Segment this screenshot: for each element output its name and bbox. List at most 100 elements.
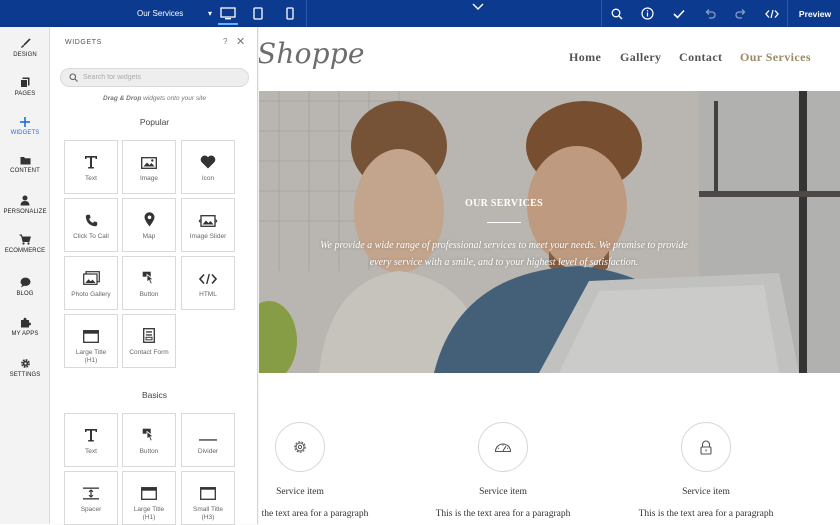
- widget-search-input[interactable]: [83, 74, 243, 81]
- publish-check-button[interactable]: [663, 0, 694, 27]
- widget-button[interactable]: Button: [122, 256, 176, 310]
- widget-label: Button: [139, 291, 159, 298]
- search-icon: [611, 8, 622, 19]
- code-editor-button[interactable]: [756, 0, 787, 27]
- widget-basic-large-title[interactable]: Large Title (H1): [122, 471, 176, 525]
- preview-button[interactable]: Preview: [790, 0, 840, 27]
- widget-search[interactable]: [60, 68, 249, 87]
- widgets-panel: WIDGETS ? ✕ Drag & Drop widgets onto you…: [51, 27, 258, 525]
- widget-label: Icon: [201, 175, 215, 182]
- nav-blog[interactable]: BLOG: [0, 269, 50, 305]
- service-text-1[interactable]: This is the text area for a paragraph: [259, 509, 401, 519]
- undo-button[interactable]: [694, 0, 725, 27]
- service-text-3[interactable]: This is the text area for a paragraph: [606, 509, 806, 519]
- cart-icon: [19, 234, 31, 245]
- person-icon: [20, 195, 30, 206]
- widget-large-title[interactable]: Large Title (H1): [64, 314, 118, 368]
- puzzle-icon: [20, 317, 31, 328]
- hero-divider: [487, 222, 521, 223]
- small-title-icon: [200, 487, 216, 500]
- site-nav-gallery[interactable]: Gallery: [620, 50, 661, 65]
- nav-personalize[interactable]: PERSONALIZE: [0, 187, 50, 223]
- contact-form-icon: [143, 328, 155, 343]
- speedometer-icon: [494, 443, 512, 453]
- close-icon[interactable]: ✕: [236, 35, 245, 48]
- widget-image-slider[interactable]: Image Slider: [181, 198, 235, 252]
- widget-text[interactable]: Text: [64, 140, 118, 194]
- divider-icon: [199, 439, 217, 441]
- nav-design[interactable]: DESIGN: [0, 30, 50, 66]
- lock-icon: [700, 439, 712, 455]
- service-icon-3[interactable]: [681, 422, 731, 472]
- nav-content[interactable]: CONTENT: [0, 147, 50, 183]
- widget-basic-button[interactable]: Button: [122, 413, 176, 467]
- widget-html[interactable]: HTML: [181, 256, 235, 310]
- widget-small-title[interactable]: Small Title (H3): [181, 471, 235, 525]
- widget-image[interactable]: Image: [122, 140, 176, 194]
- redo-button[interactable]: [725, 0, 756, 27]
- panel-title: WIDGETS: [65, 39, 102, 46]
- service-title-1[interactable]: Service item: [259, 487, 375, 497]
- map-pin-icon: [144, 212, 154, 227]
- service-title-2[interactable]: Service item: [428, 487, 578, 497]
- page-selector-label: Our Services: [137, 9, 184, 18]
- nav-pages[interactable]: PAGES: [0, 69, 50, 105]
- widget-map[interactable]: Map: [122, 198, 176, 252]
- large-title-icon: [141, 487, 157, 500]
- widget-contact-form[interactable]: Contact Form: [122, 314, 176, 368]
- service-icon-1[interactable]: [275, 422, 325, 472]
- gear-icon: [20, 359, 30, 368]
- pointer-icon: [142, 428, 154, 442]
- site-nav-contact[interactable]: Contact: [679, 50, 722, 65]
- desktop-icon: [220, 7, 236, 20]
- drag-drop-hint: Drag & Drop widgets onto your site: [51, 95, 258, 102]
- widget-spacer[interactable]: Spacer: [64, 471, 118, 525]
- widget-photo-gallery[interactable]: Photo Gallery: [64, 256, 118, 310]
- site-canvas[interactable]: Shoppe Home Gallery Contact Our Services: [259, 27, 840, 524]
- check-icon: [672, 9, 685, 19]
- tablet-view-button[interactable]: [244, 0, 272, 27]
- chat-icon: [20, 277, 30, 288]
- large-title-icon: [83, 330, 99, 343]
- widget-click-to-call[interactable]: Click To Call: [64, 198, 118, 252]
- redo-icon: [734, 9, 745, 19]
- page-selector[interactable]: Our Services ▾: [130, 0, 212, 27]
- info-button[interactable]: [632, 0, 663, 27]
- heart-icon: [200, 155, 216, 169]
- nav-ecommerce[interactable]: ECOMMERCE: [0, 226, 50, 262]
- help-icon[interactable]: ?: [223, 37, 227, 46]
- service-icon-2[interactable]: [478, 422, 528, 472]
- widget-label: Spacer: [80, 506, 102, 513]
- gear-icon: [294, 441, 306, 453]
- hero-text[interactable]: We provide a wide range of professional …: [309, 237, 699, 271]
- nav-my-apps[interactable]: MY APPS: [0, 309, 50, 345]
- hero-section[interactable]: OUR SERVICES We provide a wide range of …: [259, 91, 840, 373]
- code-icon: [764, 9, 779, 18]
- search-button[interactable]: [601, 0, 632, 27]
- widget-label: Button: [139, 448, 159, 455]
- nav-settings[interactable]: SETTINGS: [0, 350, 50, 386]
- service-text-2[interactable]: This is the text area for a paragraph: [403, 509, 603, 519]
- site-logo[interactable]: Shoppe: [259, 37, 365, 70]
- mobile-icon: [286, 7, 294, 20]
- hero-title[interactable]: OUR SERVICES: [259, 198, 749, 209]
- text-icon: [85, 429, 97, 442]
- widget-label: Text: [85, 448, 97, 455]
- widget-label: Photo Gallery: [71, 291, 111, 298]
- mobile-view-button[interactable]: [276, 0, 304, 27]
- widget-divider[interactable]: Divider: [181, 413, 235, 467]
- undo-icon: [705, 9, 716, 19]
- nav-widgets[interactable]: WIDGETS: [0, 108, 50, 144]
- widget-label: Large Title (H1): [133, 506, 165, 521]
- top-toolbar: Our Services ▾ Preview: [0, 0, 840, 27]
- service-title-3[interactable]: Service item: [631, 487, 781, 497]
- widget-icon[interactable]: Icon: [181, 140, 235, 194]
- desktop-view-button[interactable]: [214, 0, 242, 27]
- site-nav-our-services[interactable]: Our Services: [740, 50, 811, 65]
- site-nav-home[interactable]: Home: [569, 50, 601, 65]
- widget-basic-text[interactable]: Text: [64, 413, 118, 467]
- widget-label: Text: [85, 175, 97, 182]
- expand-toolbar-button[interactable]: [466, 0, 490, 14]
- plus-icon: [20, 116, 30, 127]
- pages-icon: [20, 77, 30, 88]
